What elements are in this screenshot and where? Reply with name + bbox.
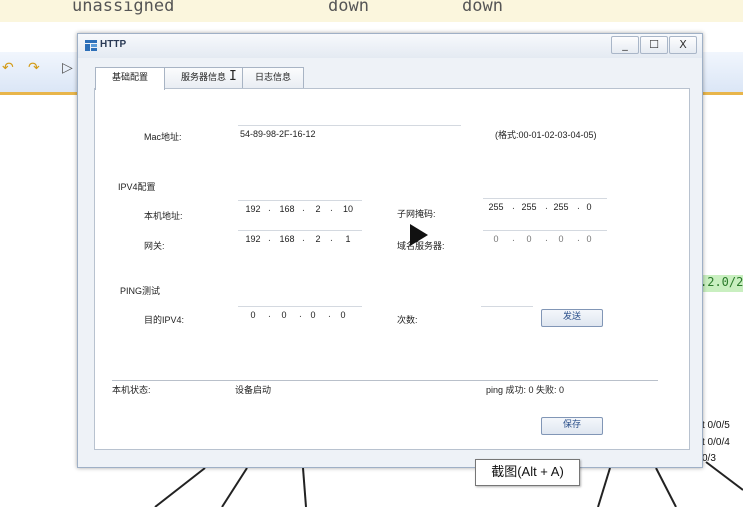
ip-octet: 255 — [521, 202, 537, 212]
ping-section-title: PING测试 — [120, 286, 161, 296]
ip-octet: 255 — [488, 202, 504, 212]
gateway-field[interactable]: 192 . 168 . 2 . 1 — [238, 230, 362, 249]
ip-octet: 2 — [315, 204, 321, 214]
ping-target-label: 目的IPV4: — [144, 315, 185, 325]
subnet-mask-label: 子网掩码: — [397, 209, 436, 219]
save-button[interactable]: 保存 — [541, 417, 603, 435]
ip-octet: 168 — [279, 234, 295, 244]
tab-log-info[interactable]: 日志信息 — [242, 67, 304, 88]
gateway-label: 网关: — [144, 241, 165, 251]
host-address-field[interactable]: 192 . 168 . 2 . 10 — [238, 200, 362, 219]
ip-octet: 0 — [586, 234, 592, 244]
status-value: 设备启动 — [235, 385, 272, 395]
host-address-label: 本机地址: — [144, 211, 183, 221]
ip-octet: 192 — [245, 234, 261, 244]
network-label: .2.0/2 — [700, 275, 743, 292]
ip-octet: 192 — [245, 204, 261, 214]
ip-octet: 0 — [281, 310, 287, 320]
send-button[interactable]: 发送 — [541, 309, 603, 327]
link-line — [655, 467, 677, 507]
ipv4-section-title: IPV4配置 — [118, 182, 156, 192]
ip-octet: 10 — [342, 204, 353, 214]
port-label: t 0/0/5 — [702, 420, 730, 431]
ip-octet: 0 — [250, 310, 256, 320]
close-button[interactable]: X — [669, 36, 697, 54]
http-app-icon — [85, 40, 97, 51]
minimize-button[interactable]: _ — [611, 36, 639, 54]
ip-octet: 0 — [558, 234, 564, 244]
ip-octet: 0 — [340, 310, 346, 320]
ip-octet: 255 — [553, 202, 569, 212]
ip-octet: 1 — [345, 234, 351, 244]
screenshot-tooltip: 截图(Alt + A) — [475, 459, 580, 486]
mac-value: 54-89-98-2F-16-12 — [240, 129, 316, 139]
ping-count-input[interactable] — [481, 306, 533, 325]
text-cursor-icon: I — [229, 69, 237, 84]
ip-octet: 0 — [586, 202, 592, 212]
link-line — [302, 467, 307, 507]
link-line — [154, 467, 206, 507]
status-label: 本机状态: — [112, 385, 151, 395]
link-line — [597, 467, 611, 507]
window-title: HTTP — [100, 39, 127, 50]
ping-target-field[interactable]: 0 . 0 . 0 . 0 — [238, 306, 362, 325]
link-line — [705, 461, 743, 491]
dns-server-field[interactable]: 0 . 0 . 0 . 0 — [483, 230, 607, 249]
tab-basic-config[interactable]: 基础配置 — [95, 67, 165, 90]
title-bar[interactable]: HTTP _ ☐ X — [78, 34, 702, 58]
basic-config-panel: Mac地址: 54-89-98-2F-16-12 (格式:00-01-02-03… — [94, 88, 690, 450]
ip-octet: 0 — [493, 234, 499, 244]
port-label: t 0/0/4 — [702, 437, 730, 448]
maximize-button[interactable]: ☐ — [640, 36, 668, 54]
ip-octet: 0 — [310, 310, 316, 320]
link-line — [221, 467, 248, 507]
mac-label: Mac地址: — [144, 132, 182, 142]
play-icon[interactable] — [410, 224, 428, 246]
mac-field[interactable]: 54-89-98-2F-16-12 — [238, 125, 461, 144]
mac-format-hint: (格式:00-01-02-03-04-05) — [495, 130, 597, 140]
subnet-mask-field[interactable]: 255 . 255 . 255 . 0 — [483, 198, 607, 217]
status-divider — [112, 380, 658, 381]
port-label: 0/3 — [702, 453, 716, 464]
http-dialog: HTTP _ ☐ X 基础配置 服务器信息 日志信息 I Mac地址: 54-8… — [77, 33, 703, 468]
ip-octet: 0 — [526, 234, 532, 244]
ping-count-label: 次数: — [397, 315, 418, 325]
ip-octet: 168 — [279, 204, 295, 214]
ping-result: ping 成功: 0 失败: 0 — [486, 385, 565, 395]
ip-octet: 2 — [315, 234, 321, 244]
